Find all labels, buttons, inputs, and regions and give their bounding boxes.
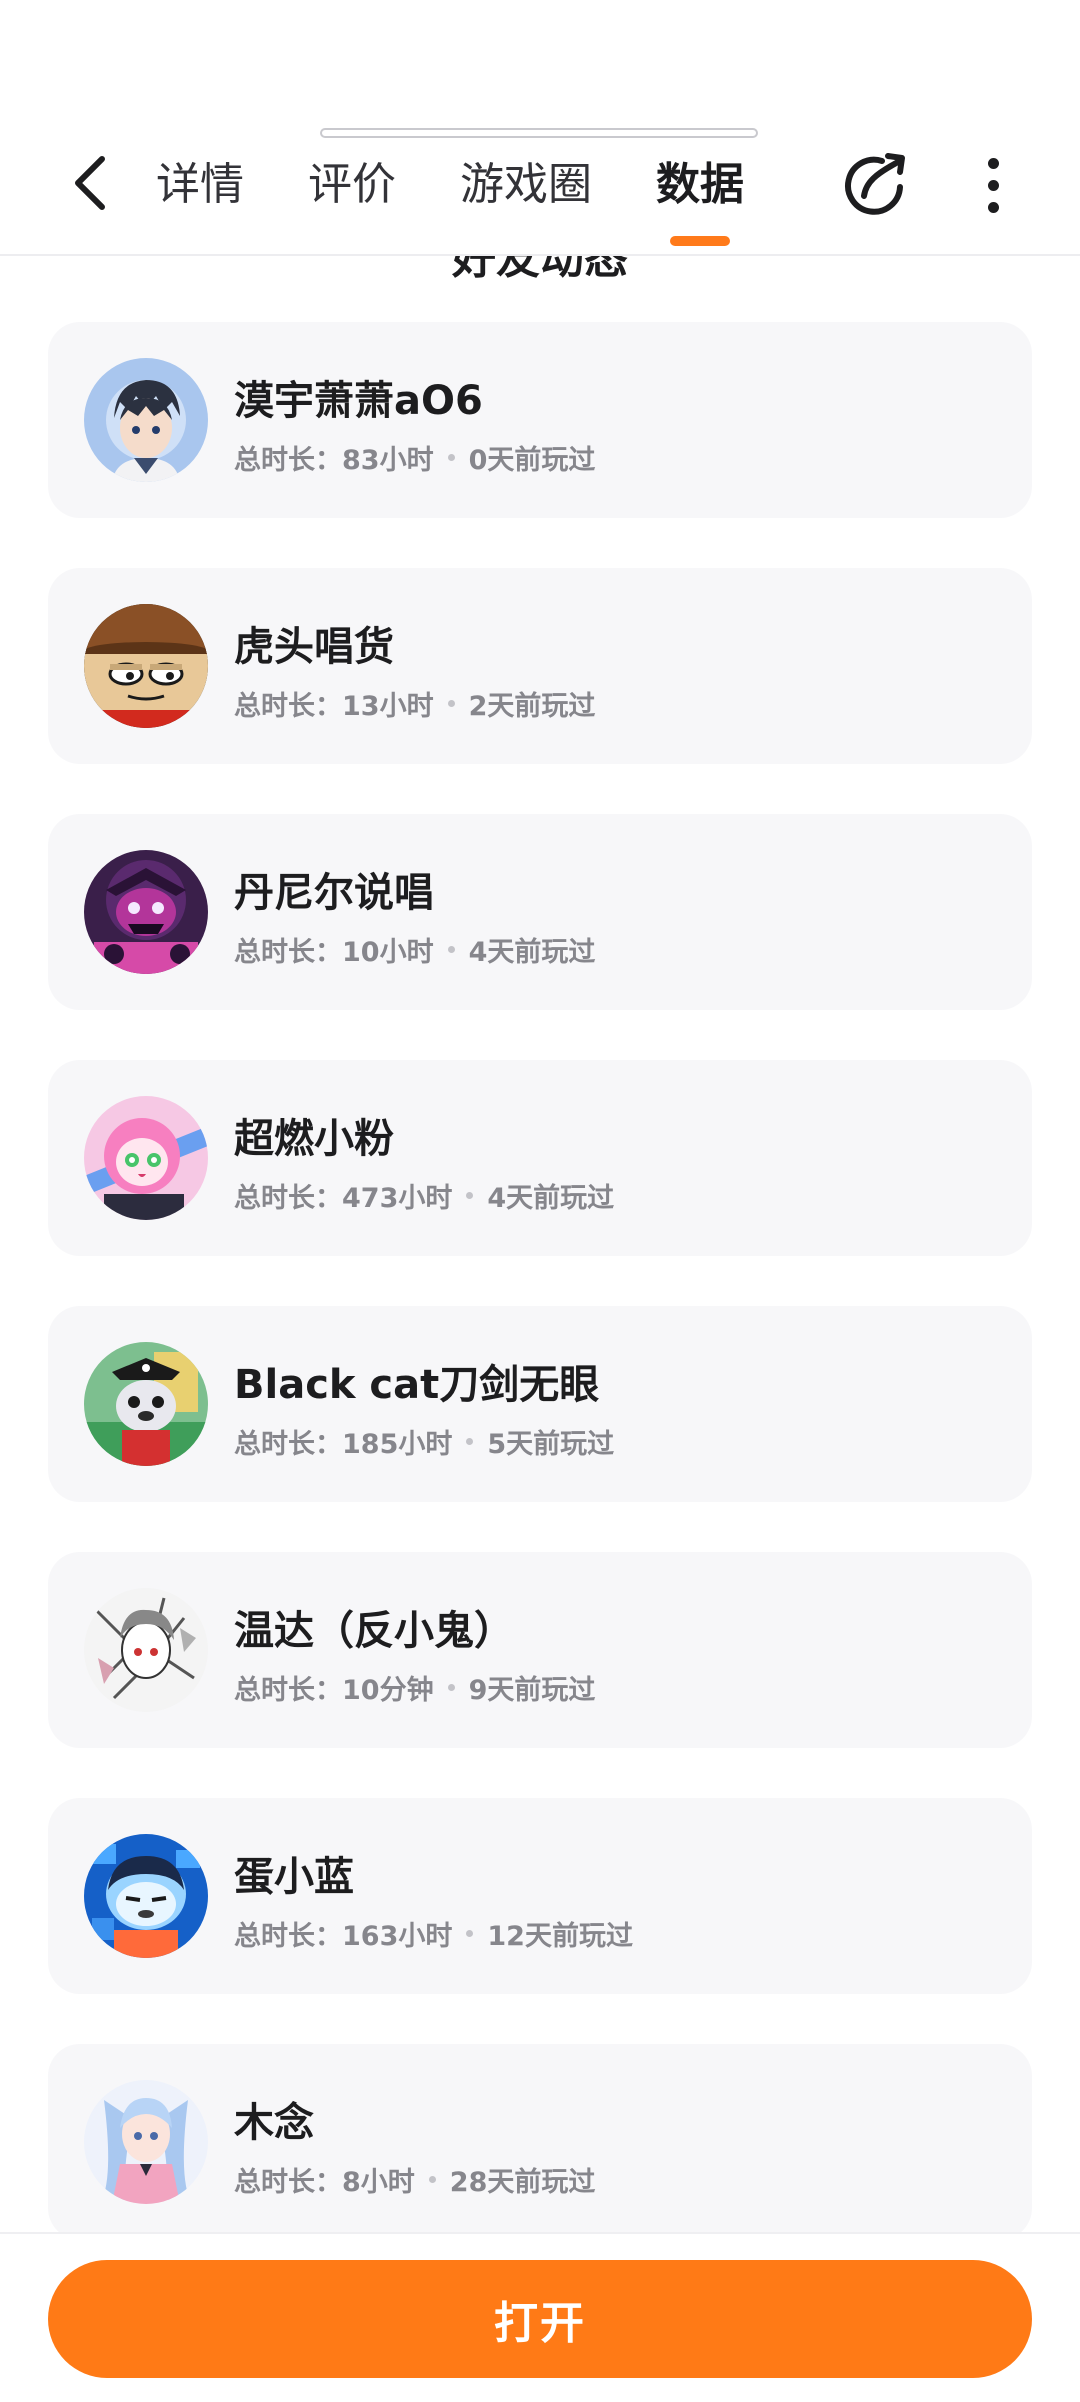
duration-value: 8小时 xyxy=(342,2167,415,2198)
share-icon xyxy=(845,153,905,215)
duration-label: 总时长： xyxy=(234,691,342,722)
last-played: 9天前玩过 xyxy=(468,1675,596,1706)
friend-name: 超燃小粉 xyxy=(234,1116,394,1162)
avatar[interactable] xyxy=(84,1588,208,1712)
duration-value: 83小时 xyxy=(342,445,434,476)
avatar[interactable] xyxy=(84,2080,208,2204)
separator-dot xyxy=(447,1684,455,1691)
friend-name: 温达（反小鬼） xyxy=(234,1608,514,1654)
bottom-action-bar: 打开 xyxy=(0,2232,1080,2402)
friends-activity-list: 漠宇萧萧aO6 总时长： 83小时 0天前玩过 虎头唱货 总时长： 13小时 2… xyxy=(48,322,1032,2290)
separator-dot xyxy=(466,1438,474,1445)
avatar[interactable] xyxy=(84,1096,208,1220)
play-stats: 总时长： 473小时 4天前玩过 xyxy=(234,1176,614,1215)
duration-label: 总时长： xyxy=(234,1675,342,1706)
tab-reviews[interactable]: 评价 xyxy=(308,150,396,220)
avatar[interactable] xyxy=(84,850,208,974)
tab-data[interactable]: 数据 xyxy=(656,150,744,220)
duration-value: 10小时 xyxy=(342,937,434,968)
play-stats: 总时长： 10小时 4天前玩过 xyxy=(234,930,595,969)
duration-label: 总时长： xyxy=(234,1429,342,1460)
last-played: 4天前玩过 xyxy=(468,937,596,968)
back-button[interactable] xyxy=(60,148,120,218)
duration-value: 473小时 xyxy=(342,1183,453,1214)
list-item[interactable]: 木念 总时长： 8小时 28天前玩过 xyxy=(48,2044,1032,2240)
separator-dot xyxy=(428,2176,436,2183)
share-button[interactable] xyxy=(842,152,908,218)
more-icon xyxy=(987,157,999,169)
back-icon xyxy=(75,156,105,210)
tab-bar: 详情 评价 游戏圈 数据 xyxy=(156,150,808,220)
duration-label: 总时长： xyxy=(234,1183,342,1214)
list-item[interactable]: 虎头唱货 总时长： 13小时 2天前玩过 xyxy=(48,568,1032,764)
separator-dot xyxy=(447,946,455,953)
separator-dot xyxy=(466,1192,474,1199)
duration-label: 总时长： xyxy=(234,937,342,968)
list-item[interactable]: Black cat刀剑无眼 总时长： 185小时 5天前玩过 xyxy=(48,1306,1032,1502)
tab-details[interactable]: 详情 xyxy=(156,150,244,220)
last-played: 2天前玩过 xyxy=(468,691,596,722)
play-stats: 总时长： 8小时 28天前玩过 xyxy=(234,2160,595,2199)
friend-name: 蛋小蓝 xyxy=(234,1854,354,1900)
more-options-button[interactable] xyxy=(968,150,1018,220)
list-item[interactable]: 超燃小粉 总时长： 473小时 4天前玩过 xyxy=(48,1060,1032,1256)
duration-label: 总时长： xyxy=(234,2167,342,2198)
separator-dot xyxy=(447,700,455,707)
avatar[interactable] xyxy=(84,604,208,728)
play-stats: 总时长： 163小时 12天前玩过 xyxy=(234,1914,633,1953)
last-played: 5天前玩过 xyxy=(487,1429,615,1460)
duration-value: 163小时 xyxy=(342,1921,453,1952)
list-item[interactable]: 漠宇萧萧aO6 总时长： 83小时 0天前玩过 xyxy=(48,322,1032,518)
play-stats: 总时长： 83小时 0天前玩过 xyxy=(234,438,595,477)
last-played: 12天前玩过 xyxy=(487,1921,633,1952)
avatar[interactable] xyxy=(84,358,208,482)
play-stats: 总时长： 13小时 2天前玩过 xyxy=(234,684,595,723)
drag-handle[interactable] xyxy=(320,128,758,138)
duration-value: 10分钟 xyxy=(342,1675,434,1706)
open-game-button[interactable]: 打开 xyxy=(48,2260,1032,2378)
list-item[interactable]: 丹尼尔说唱 总时长： 10小时 4天前玩过 xyxy=(48,814,1032,1010)
friend-name: 木念 xyxy=(234,2100,314,2146)
duration-value: 13小时 xyxy=(342,691,434,722)
friend-name: Black cat刀剑无眼 xyxy=(234,1362,600,1408)
friend-name: 虎头唱货 xyxy=(234,624,394,670)
list-item[interactable]: 蛋小蓝 总时长： 163小时 12天前玩过 xyxy=(48,1798,1032,1994)
avatar[interactable] xyxy=(84,1834,208,1958)
tab-game-circle[interactable]: 游戏圈 xyxy=(460,150,592,220)
friend-name: 漠宇萧萧aO6 xyxy=(234,378,483,424)
friend-name: 丹尼尔说唱 xyxy=(234,870,434,916)
duration-value: 185小时 xyxy=(342,1429,453,1460)
list-item[interactable]: 温达（反小鬼） 总时长： 10分钟 9天前玩过 xyxy=(48,1552,1032,1748)
last-played: 0天前玩过 xyxy=(468,445,596,476)
avatar[interactable] xyxy=(84,1342,208,1466)
duration-label: 总时长： xyxy=(234,1921,342,1952)
play-stats: 总时长： 185小时 5天前玩过 xyxy=(234,1422,614,1461)
separator-dot xyxy=(466,1930,474,1937)
duration-label: 总时长： xyxy=(234,445,342,476)
last-played: 4天前玩过 xyxy=(487,1183,615,1214)
last-played: 28天前玩过 xyxy=(449,2167,596,2198)
top-navigation-bar: 详情 评价 游戏圈 数据 xyxy=(0,0,1080,256)
play-stats: 总时长： 10分钟 9天前玩过 xyxy=(234,1668,595,1707)
separator-dot xyxy=(447,454,455,461)
